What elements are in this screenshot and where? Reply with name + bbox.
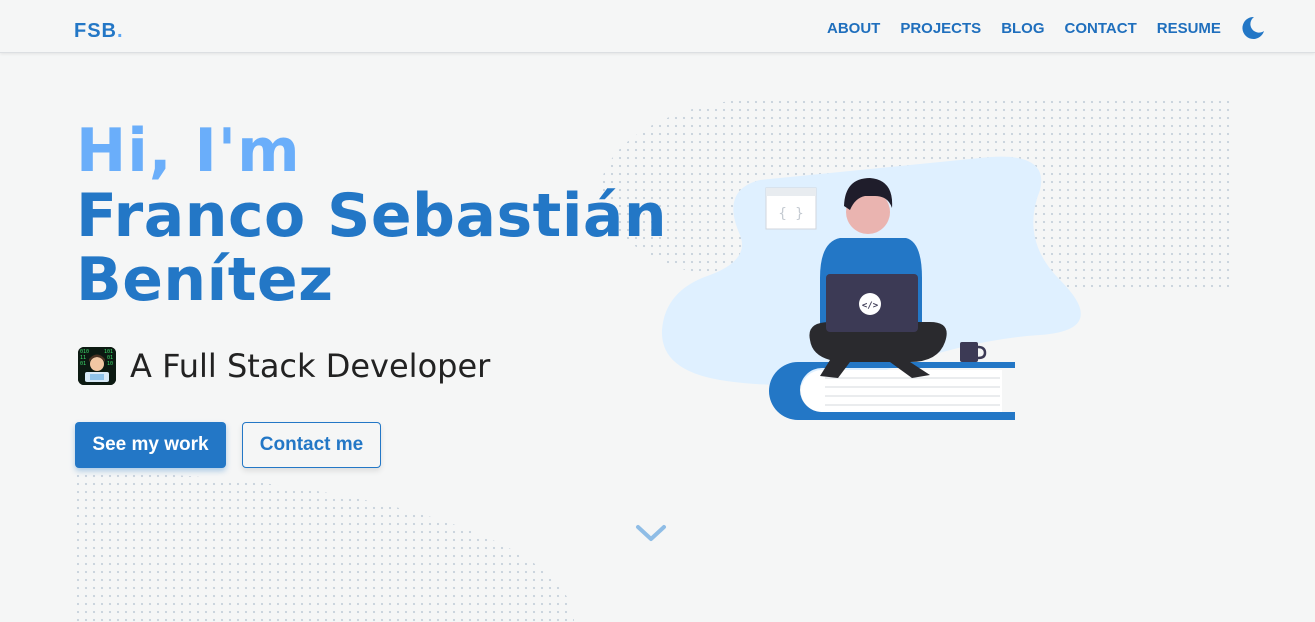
nav-links: ABOUT PROJECTS BLOG CONTACT RESUME bbox=[827, 19, 1241, 39]
navbar: FSB. ABOUT PROJECTS BLOG CONTACT RESUME bbox=[0, 0, 1315, 53]
scroll-down-button[interactable] bbox=[635, 522, 667, 544]
nav-link-contact[interactable]: CONTACT bbox=[1065, 19, 1137, 39]
dots-pattern-bottom bbox=[74, 472, 574, 622]
svg-text:10: 10 bbox=[107, 361, 113, 367]
moon-icon bbox=[1242, 16, 1264, 39]
nav-link-resume[interactable]: RESUME bbox=[1157, 19, 1221, 39]
hero-heading: Hi, I'm Franco Sebastián Benítez bbox=[76, 118, 676, 312]
theme-toggle-button[interactable] bbox=[1240, 15, 1266, 41]
svg-text:{ }: { } bbox=[778, 206, 803, 222]
developer-illustration: { } </> bbox=[661, 156, 1081, 420]
svg-text:</>: </> bbox=[862, 301, 879, 311]
developer-avatar-icon: 010 101 11 01 01 10 bbox=[78, 347, 116, 385]
chevron-down-icon bbox=[636, 525, 666, 541]
logo-dot: . bbox=[117, 20, 124, 42]
greeting: Hi, I'm bbox=[76, 116, 301, 186]
logo[interactable]: FSB. bbox=[74, 19, 124, 43]
nav-link-about[interactable]: ABOUT bbox=[827, 19, 880, 39]
logo-text: FSB bbox=[74, 20, 117, 42]
nav-link-blog[interactable]: BLOG bbox=[1001, 19, 1044, 39]
role-text: A Full Stack Developer bbox=[130, 347, 491, 385]
svg-text:01: 01 bbox=[80, 361, 86, 367]
nav-link-projects[interactable]: PROJECTS bbox=[900, 19, 981, 39]
hero-name: Franco Sebastián Benítez bbox=[76, 181, 668, 315]
see-my-work-button[interactable]: See my work bbox=[75, 422, 226, 468]
hero-role: 010 101 11 01 01 10 A Full Stack Developer bbox=[78, 346, 490, 386]
contact-me-button[interactable]: Contact me bbox=[242, 422, 381, 468]
